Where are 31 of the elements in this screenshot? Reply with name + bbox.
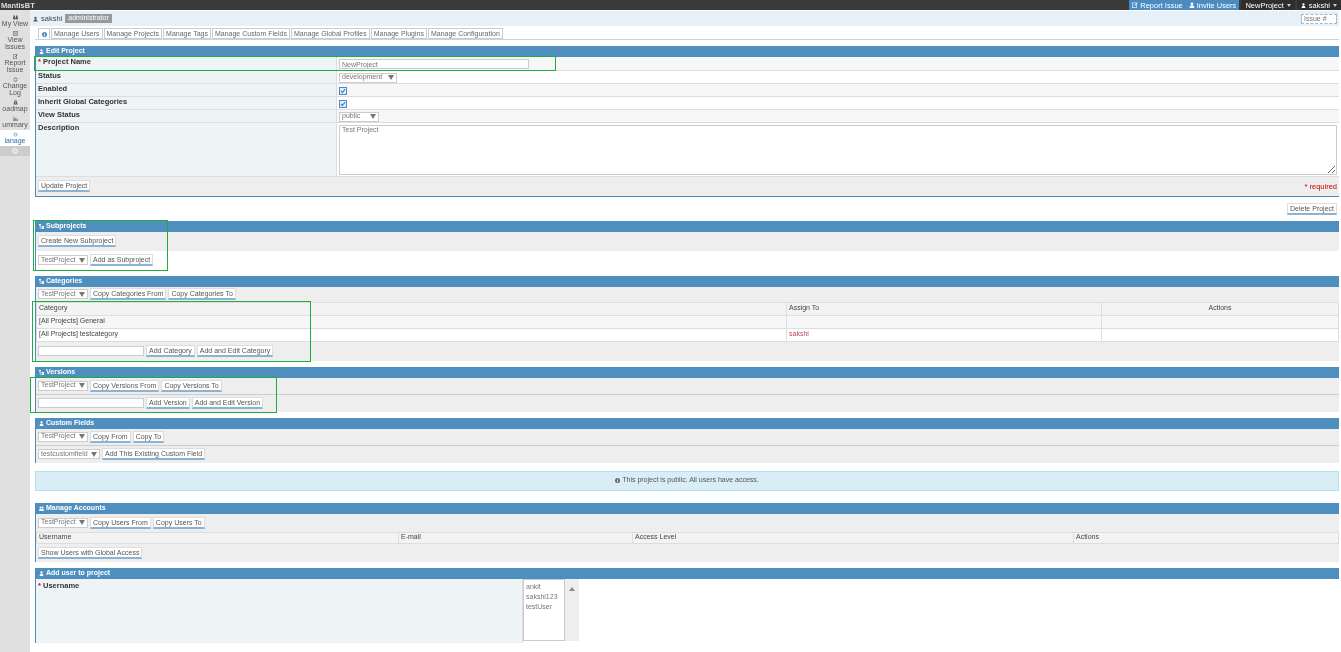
list-icon [12,31,18,36]
user-icon [39,420,44,426]
hierarchy-icon [39,369,44,375]
caret-icon [79,291,85,297]
user-icon [39,49,44,54]
user-icon [39,570,44,576]
info-tab[interactable] [38,28,50,39]
caret-icon [79,434,85,439]
caret-icon [79,383,85,388]
user-icon [1188,2,1195,8]
info-icon [41,31,47,37]
caret-icon [1286,3,1291,7]
edit-icon [1132,2,1139,8]
edit-icon [12,54,18,59]
user-icon [33,15,38,22]
caret-icon [1333,3,1337,7]
caret-icon [79,257,85,263]
info-icon [615,478,621,483]
binoculars-icon [12,15,18,20]
scroll-up-icon [569,586,575,591]
text-field[interactable] [38,346,144,356]
checkbox[interactable] [339,99,347,108]
text-field[interactable] [38,398,144,408]
user-icon [1300,2,1306,8]
users-icon [39,505,44,511]
caret-icon [91,451,97,457]
hierarchy-icon [39,223,44,229]
chart-icon [12,116,18,121]
checkbox[interactable] [339,86,347,95]
caret-icon [79,520,85,525]
hierarchy-icon [39,278,44,284]
